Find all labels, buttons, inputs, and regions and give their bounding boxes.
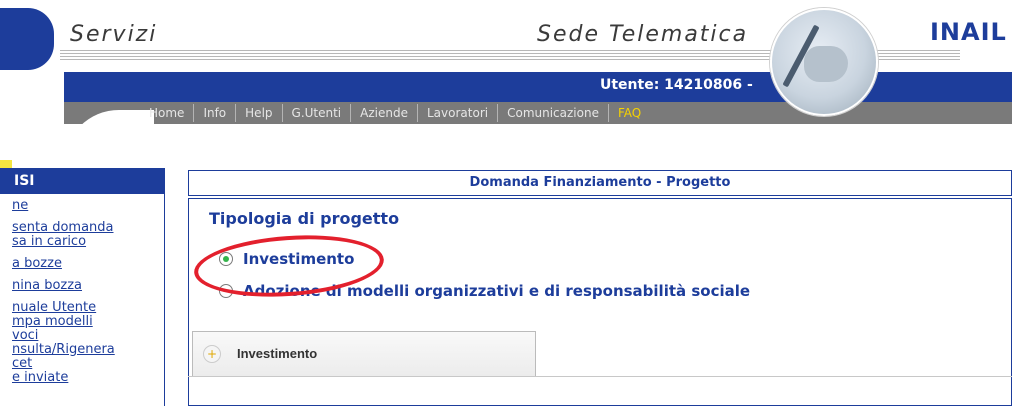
expand-plus-icon[interactable]: + bbox=[203, 345, 221, 363]
nav-item-home[interactable]: Home bbox=[140, 104, 193, 122]
left-menu-item[interactable]: voci bbox=[12, 329, 164, 342]
top-nav: Home Info Help G.Utenti Aziende Lavorato… bbox=[140, 103, 650, 123]
left-menu-item[interactable]: ne bbox=[12, 199, 164, 212]
page-title: Domanda Finanziamento - Progetto bbox=[469, 175, 731, 190]
nav-item-info[interactable]: Info bbox=[193, 104, 235, 122]
header-photo bbox=[770, 8, 878, 116]
page-header: Servizi Sede Telematica INAIL Utente: 14… bbox=[0, 0, 1012, 170]
section-heading: Tipologia di progetto bbox=[209, 209, 400, 228]
nav-item-faq[interactable]: FAQ bbox=[607, 104, 650, 122]
left-menu: ISI ne senta domanda sa in carico a bozz… bbox=[0, 168, 165, 406]
brand-logo: INAIL bbox=[930, 18, 1007, 46]
nav-item-comunicazione[interactable]: Comunicazione bbox=[497, 104, 608, 122]
nav-item-gutenti[interactable]: G.Utenti bbox=[281, 104, 351, 122]
photo-hand-shape bbox=[804, 46, 848, 82]
left-menu-item[interactable]: nina bozza bbox=[12, 279, 164, 292]
left-menu-item[interactable]: senta domanda bbox=[12, 221, 164, 234]
tab-investimento-label: Investimento bbox=[237, 346, 318, 361]
left-menu-item[interactable]: nuale Utente bbox=[12, 301, 164, 314]
site-title: Sede Telematica bbox=[537, 22, 749, 47]
brand-logo-shape bbox=[0, 8, 54, 70]
services-title: Servizi bbox=[70, 22, 158, 47]
tab-investimento[interactable]: + Investimento bbox=[192, 331, 536, 376]
left-menu-list: ne senta domanda sa in carico a bozze ni… bbox=[0, 194, 164, 384]
nav-item-lavoratori[interactable]: Lavoratori bbox=[417, 104, 497, 122]
left-menu-item[interactable]: sa in carico bbox=[12, 235, 164, 248]
tab-divider bbox=[188, 376, 1012, 377]
user-label: Utente: 14210806 - bbox=[600, 77, 753, 93]
left-menu-item[interactable]: cet bbox=[12, 357, 164, 370]
nav-item-aziende[interactable]: Aziende bbox=[350, 104, 417, 122]
left-menu-item[interactable]: e inviate bbox=[12, 371, 164, 384]
left-menu-title: ISI bbox=[0, 168, 164, 194]
left-menu-item[interactable]: mpa modelli bbox=[12, 315, 164, 328]
left-menu-item[interactable]: a bozze bbox=[12, 257, 164, 270]
main-header: Domanda Finanziamento - Progetto bbox=[188, 170, 1012, 196]
left-menu-item[interactable]: nsulta/Rigenera bbox=[12, 343, 164, 356]
nav-item-help[interactable]: Help bbox=[235, 104, 281, 122]
